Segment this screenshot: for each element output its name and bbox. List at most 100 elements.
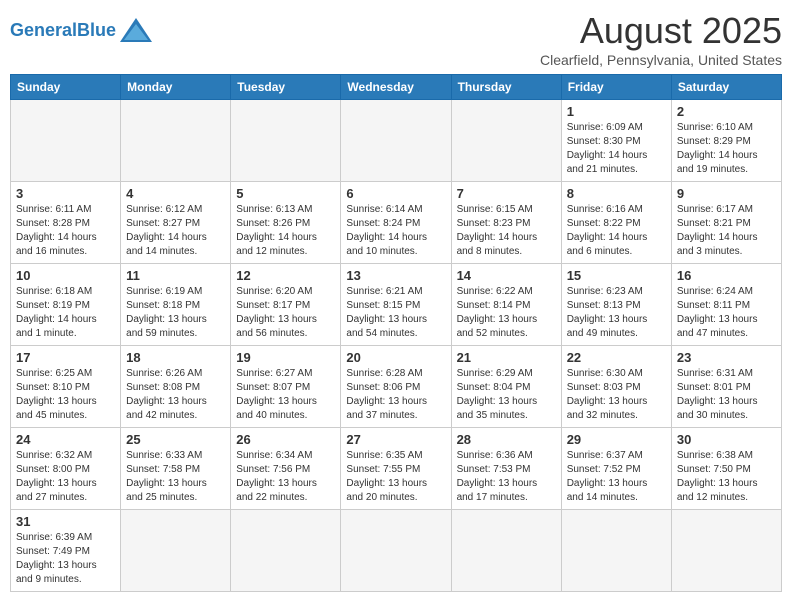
logo-text: GeneralBlue — [10, 20, 116, 41]
day-info: Sunrise: 6:17 AM Sunset: 8:21 PM Dayligh… — [677, 203, 776, 259]
day-number: 19 — [236, 350, 335, 365]
table-row — [341, 510, 451, 592]
day-number: 21 — [457, 350, 556, 365]
day-info: Sunrise: 6:30 AM Sunset: 8:03 PM Dayligh… — [567, 367, 666, 423]
day-info: Sunrise: 6:28 AM Sunset: 8:06 PM Dayligh… — [346, 367, 445, 423]
day-info: Sunrise: 6:37 AM Sunset: 7:52 PM Dayligh… — [567, 449, 666, 505]
day-number: 31 — [16, 514, 115, 529]
day-number: 29 — [567, 432, 666, 447]
day-number: 9 — [677, 186, 776, 201]
day-info: Sunrise: 6:14 AM Sunset: 8:24 PM Dayligh… — [346, 203, 445, 259]
table-row — [121, 510, 231, 592]
day-info: Sunrise: 6:09 AM Sunset: 8:30 PM Dayligh… — [567, 121, 666, 177]
day-number: 22 — [567, 350, 666, 365]
day-number: 16 — [677, 268, 776, 283]
table-row — [451, 510, 561, 592]
table-row: 12 Sunrise: 6:20 AM Sunset: 8:17 PM Dayli… — [231, 264, 341, 346]
table-row: 21 Sunrise: 6:29 AM Sunset: 8:04 PM Dayli… — [451, 346, 561, 428]
table-row: 15Sunrise: 6:23 AM Sunset: 8:13 PM Dayli… — [561, 264, 671, 346]
day-number: 5 — [236, 186, 335, 201]
table-row: 26Sunrise: 6:34 AM Sunset: 7:56 PM Dayli… — [231, 428, 341, 510]
table-row: 24Sunrise: 6:32 AM Sunset: 8:00 PM Dayli… — [11, 428, 121, 510]
table-row: 28Sunrise: 6:36 AM Sunset: 7:53 PM Dayli… — [451, 428, 561, 510]
day-number: 27 — [346, 432, 445, 447]
table-row: 4 Sunrise: 6:12 AM Sunset: 8:27 PM Daylig… — [121, 182, 231, 264]
table-row: 10Sunrise: 6:18 AM Sunset: 8:19 PM Dayli… — [11, 264, 121, 346]
table-row: 3 Sunrise: 6:11 AM Sunset: 8:28 PM Daylig… — [11, 182, 121, 264]
day-info: Sunrise: 6:26 AM Sunset: 8:08 PM Dayligh… — [126, 367, 225, 423]
day-number: 17 — [16, 350, 115, 365]
table-row: 22 Sunrise: 6:30 AM Sunset: 8:03 PM Dayli… — [561, 346, 671, 428]
day-info: Sunrise: 6:11 AM Sunset: 8:28 PM Dayligh… — [16, 203, 115, 259]
day-number: 11 — [126, 268, 225, 283]
calendar-week-row: 1 Sunrise: 6:09 AM Sunset: 8:30 PM Daylig… — [11, 100, 782, 182]
calendar-header-row: Sunday Monday Tuesday Wednesday Thursday… — [11, 75, 782, 100]
day-info: Sunrise: 6:15 AM Sunset: 8:23 PM Dayligh… — [457, 203, 556, 259]
day-number: 12 — [236, 268, 335, 283]
table-row: 1 Sunrise: 6:09 AM Sunset: 8:30 PM Daylig… — [561, 100, 671, 182]
table-row: 27Sunrise: 6:35 AM Sunset: 7:55 PM Dayli… — [341, 428, 451, 510]
day-info: Sunrise: 6:12 AM Sunset: 8:27 PM Dayligh… — [126, 203, 225, 259]
day-number: 25 — [126, 432, 225, 447]
day-info: Sunrise: 6:33 AM Sunset: 7:58 PM Dayligh… — [126, 449, 225, 505]
day-info: Sunrise: 6:20 AM Sunset: 8:17 PM Dayligh… — [236, 285, 335, 341]
table-row: 9 Sunrise: 6:17 AM Sunset: 8:21 PM Daylig… — [671, 182, 781, 264]
day-info: Sunrise: 6:38 AM Sunset: 7:50 PM Dayligh… — [677, 449, 776, 505]
calendar-table: Sunday Monday Tuesday Wednesday Thursday… — [10, 74, 782, 592]
col-monday: Monday — [121, 75, 231, 100]
table-row: 29 Sunrise: 6:37 AM Sunset: 7:52 PM Dayli… — [561, 428, 671, 510]
day-info: Sunrise: 6:21 AM Sunset: 8:15 PM Dayligh… — [346, 285, 445, 341]
day-info: Sunrise: 6:10 AM Sunset: 8:29 PM Dayligh… — [677, 121, 776, 177]
day-info: Sunrise: 6:39 AM Sunset: 7:49 PM Dayligh… — [16, 531, 115, 587]
logo-blue: Blue — [77, 20, 116, 40]
col-thursday: Thursday — [451, 75, 561, 100]
col-friday: Friday — [561, 75, 671, 100]
day-number: 4 — [126, 186, 225, 201]
page-header: GeneralBlue August 2025 Clearfield, Penn… — [10, 10, 782, 68]
table-row: 16Sunrise: 6:24 AM Sunset: 8:11 PM Dayli… — [671, 264, 781, 346]
day-number: 2 — [677, 104, 776, 119]
table-row: 18 Sunrise: 6:26 AM Sunset: 8:08 PM Dayli… — [121, 346, 231, 428]
table-row: 19 Sunrise: 6:27 AM Sunset: 8:07 PM Dayli… — [231, 346, 341, 428]
table-row: 17 Sunrise: 6:25 AM Sunset: 8:10 PM Dayli… — [11, 346, 121, 428]
day-info: Sunrise: 6:22 AM Sunset: 8:14 PM Dayligh… — [457, 285, 556, 341]
col-tuesday: Tuesday — [231, 75, 341, 100]
calendar-week-row: 10Sunrise: 6:18 AM Sunset: 8:19 PM Dayli… — [11, 264, 782, 346]
table-row: 30 Sunrise: 6:38 AM Sunset: 7:50 PM Dayli… — [671, 428, 781, 510]
location-subtitle: Clearfield, Pennsylvania, United States — [540, 52, 782, 68]
title-area: August 2025 Clearfield, Pennsylvania, Un… — [540, 10, 782, 68]
day-info: Sunrise: 6:16 AM Sunset: 8:22 PM Dayligh… — [567, 203, 666, 259]
table-row — [341, 100, 451, 182]
day-info: Sunrise: 6:27 AM Sunset: 8:07 PM Dayligh… — [236, 367, 335, 423]
table-row: 7Sunrise: 6:15 AM Sunset: 8:23 PM Daylig… — [451, 182, 561, 264]
table-row: 6Sunrise: 6:14 AM Sunset: 8:24 PM Daylig… — [341, 182, 451, 264]
day-number: 8 — [567, 186, 666, 201]
day-info: Sunrise: 6:25 AM Sunset: 8:10 PM Dayligh… — [16, 367, 115, 423]
table-row: 31 Sunrise: 6:39 AM Sunset: 7:49 PM Dayli… — [11, 510, 121, 592]
calendar-week-row: 24Sunrise: 6:32 AM Sunset: 8:00 PM Dayli… — [11, 428, 782, 510]
day-info: Sunrise: 6:19 AM Sunset: 8:18 PM Dayligh… — [126, 285, 225, 341]
table-row: 8 Sunrise: 6:16 AM Sunset: 8:22 PM Daylig… — [561, 182, 671, 264]
day-number: 28 — [457, 432, 556, 447]
month-year-title: August 2025 — [540, 10, 782, 52]
calendar-week-row: 3 Sunrise: 6:11 AM Sunset: 8:28 PM Daylig… — [11, 182, 782, 264]
day-info: Sunrise: 6:32 AM Sunset: 8:00 PM Dayligh… — [16, 449, 115, 505]
table-row: 20 Sunrise: 6:28 AM Sunset: 8:06 PM Dayli… — [341, 346, 451, 428]
col-sunday: Sunday — [11, 75, 121, 100]
day-info: Sunrise: 6:29 AM Sunset: 8:04 PM Dayligh… — [457, 367, 556, 423]
day-number: 14 — [457, 268, 556, 283]
day-number: 30 — [677, 432, 776, 447]
table-row — [561, 510, 671, 592]
day-number: 20 — [346, 350, 445, 365]
day-number: 18 — [126, 350, 225, 365]
table-row — [231, 510, 341, 592]
day-number: 13 — [346, 268, 445, 283]
table-row: 11 Sunrise: 6:19 AM Sunset: 8:18 PM Dayli… — [121, 264, 231, 346]
col-wednesday: Wednesday — [341, 75, 451, 100]
table-row: 23Sunrise: 6:31 AM Sunset: 8:01 PM Dayli… — [671, 346, 781, 428]
day-number: 3 — [16, 186, 115, 201]
day-number: 1 — [567, 104, 666, 119]
table-row: 25 Sunrise: 6:33 AM Sunset: 7:58 PM Dayli… — [121, 428, 231, 510]
table-row: 5Sunrise: 6:13 AM Sunset: 8:26 PM Daylig… — [231, 182, 341, 264]
calendar-week-row: 31 Sunrise: 6:39 AM Sunset: 7:49 PM Dayli… — [11, 510, 782, 592]
